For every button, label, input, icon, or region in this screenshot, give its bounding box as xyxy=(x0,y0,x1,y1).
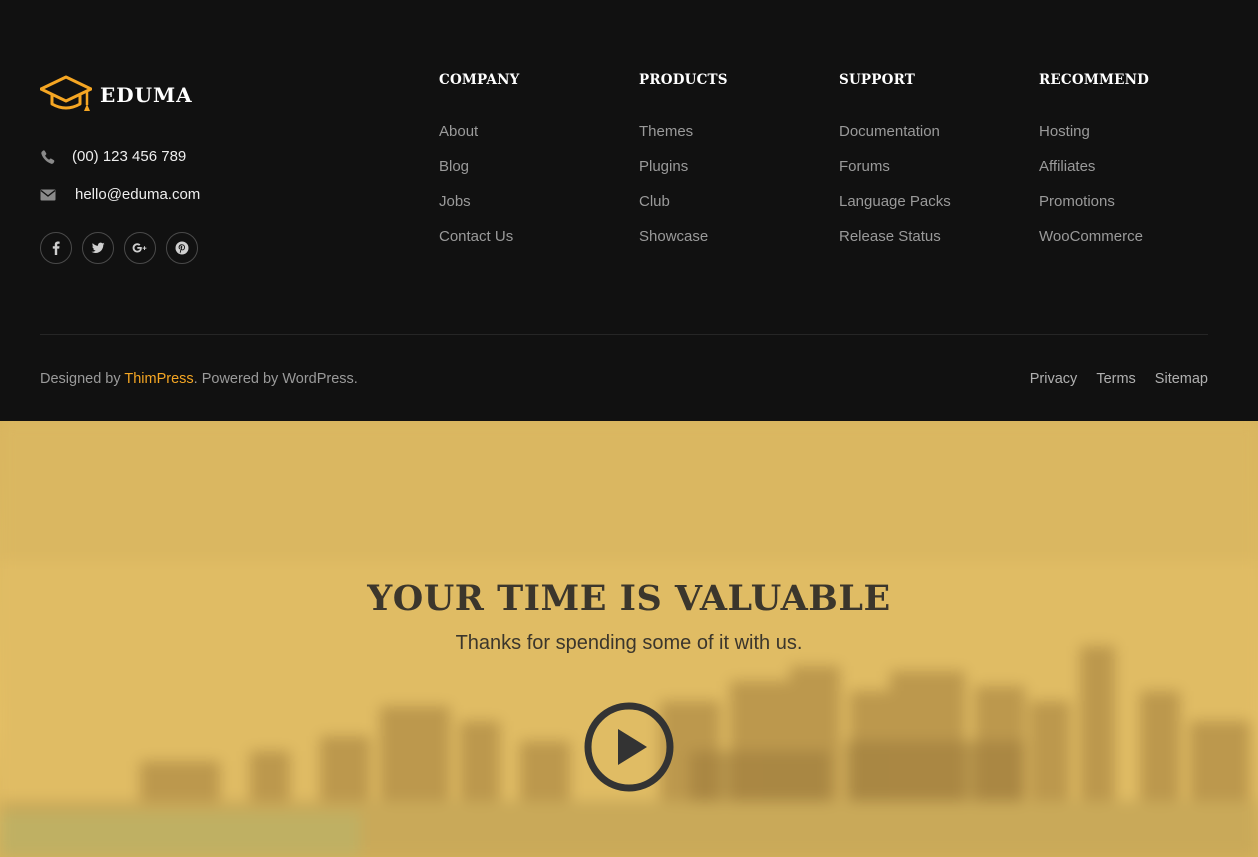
video-hero-section: YOUR TIME IS VALUABLE Thanks for spendin… xyxy=(0,421,1258,857)
pinterest-icon xyxy=(175,241,189,255)
facebook-button[interactable] xyxy=(40,232,72,264)
footer-link-documentation[interactable]: Documentation xyxy=(839,122,951,157)
graduation-cap-icon xyxy=(40,75,92,111)
footer-link-language-packs[interactable]: Language Packs xyxy=(839,192,951,227)
social-links xyxy=(40,232,198,264)
phone-number[interactable]: (00) 123 456 789 xyxy=(72,148,186,165)
footer-link-jobs[interactable]: Jobs xyxy=(439,192,519,227)
footer-column-recommend: RECOMMEND Hosting Affiliates Promotions … xyxy=(1039,72,1149,262)
footer-link-club[interactable]: Club xyxy=(639,192,728,227)
footer-link-about[interactable]: About xyxy=(439,122,519,157)
site-footer: EDUMA (00) 123 456 789 hello@eduma.com C… xyxy=(0,0,1258,421)
footer-link-affiliates[interactable]: Affiliates xyxy=(1039,157,1149,192)
google-plus-button[interactable] xyxy=(124,232,156,264)
contact-email: hello@eduma.com xyxy=(40,186,200,203)
play-icon xyxy=(584,702,674,792)
footer-link-contact-us[interactable]: Contact Us xyxy=(439,227,519,262)
twitter-button[interactable] xyxy=(82,232,114,264)
footer-link-forums[interactable]: Forums xyxy=(839,157,951,192)
column-title: SUPPORT xyxy=(839,72,916,88)
hero-subtitle: Thanks for spending some of it with us. xyxy=(455,632,803,654)
contact-phone: (00) 123 456 789 xyxy=(40,148,186,165)
sitemap-link[interactable]: Sitemap xyxy=(1155,371,1208,387)
legal-links: Privacy Terms Sitemap xyxy=(1030,371,1208,387)
terms-link[interactable]: Terms xyxy=(1096,371,1135,387)
twitter-icon xyxy=(91,242,105,253)
footer-credits: Designed by ThimPress. Powered by WordPr… xyxy=(40,371,358,387)
footer-column-support: SUPPORT Documentation Forums Language Pa… xyxy=(839,72,951,262)
footer-link-blog[interactable]: Blog xyxy=(439,157,519,192)
column-title: COMPANY xyxy=(439,72,520,88)
phone-icon xyxy=(41,149,55,164)
facebook-icon xyxy=(52,241,60,255)
hero-title: YOUR TIME IS VALUABLE xyxy=(367,578,891,619)
footer-column-company: COMPANY About Blog Jobs Contact Us xyxy=(439,72,519,262)
footer-link-hosting[interactable]: Hosting xyxy=(1039,122,1149,157)
footer-link-release-status[interactable]: Release Status xyxy=(839,227,951,262)
credits-prefix: Designed by xyxy=(40,371,125,387)
column-title: PRODUCTS xyxy=(639,72,728,88)
thimpress-link[interactable]: ThimPress xyxy=(124,371,193,387)
play-video-button[interactable] xyxy=(584,702,674,792)
envelope-icon xyxy=(40,189,56,200)
footer-divider xyxy=(40,334,1208,335)
footer-link-plugins[interactable]: Plugins xyxy=(639,157,728,192)
footer-link-promotions[interactable]: Promotions xyxy=(1039,192,1149,227)
google-plus-icon xyxy=(132,243,147,253)
credits-suffix: . Powered by WordPress. xyxy=(193,371,358,387)
email-address[interactable]: hello@eduma.com xyxy=(75,186,200,203)
footer-column-products: PRODUCTS Themes Plugins Club Showcase xyxy=(639,72,728,262)
footer-link-woocommerce[interactable]: WooCommerce xyxy=(1039,227,1149,262)
column-title: RECOMMEND xyxy=(1039,72,1150,88)
pinterest-button[interactable] xyxy=(166,232,198,264)
privacy-link[interactable]: Privacy xyxy=(1030,371,1078,387)
footer-link-showcase[interactable]: Showcase xyxy=(639,227,728,262)
brand-logo[interactable]: EDUMA xyxy=(40,74,193,114)
brand-name: EDUMA xyxy=(100,83,193,107)
footer-link-themes[interactable]: Themes xyxy=(639,122,728,157)
